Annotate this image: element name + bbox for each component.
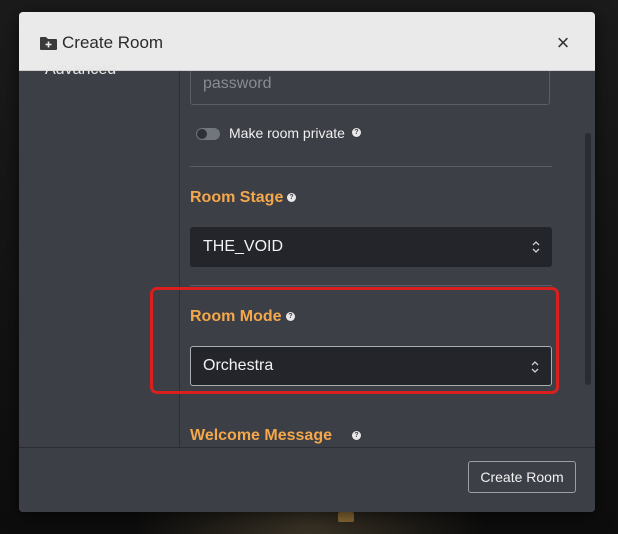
modal-footer: Create Room — [19, 447, 595, 512]
room-stage-label: Room Stage — [190, 189, 284, 206]
private-toggle[interactable] — [196, 128, 220, 140]
close-icon: × — [556, 30, 570, 55]
background-object — [338, 512, 354, 522]
select-chevron-icon — [531, 361, 539, 373]
select-chevron-icon — [532, 241, 540, 253]
modal-title: Create Room — [62, 33, 164, 52]
folder-plus-icon — [40, 37, 57, 50]
room-stage-select[interactable]: THE_VOID — [190, 227, 552, 267]
room-mode-label: Room Mode — [190, 308, 282, 325]
settings-sidebar: Advanced — [19, 61, 180, 447]
divider — [190, 166, 552, 167]
create-room-button[interactable]: Create Room — [468, 461, 576, 493]
form-content: Make room private ? Room Stage ? THE_VOI… — [180, 71, 595, 447]
content-scrollbar[interactable] — [585, 133, 593, 445]
welcome-message-label: Welcome Message — [190, 427, 332, 444]
scrollbar-thumb[interactable] — [585, 133, 591, 385]
help-icon[interactable]: ? — [352, 128, 361, 137]
divider — [190, 285, 552, 286]
toggle-knob — [197, 129, 207, 139]
help-icon[interactable]: ? — [286, 312, 295, 321]
password-input[interactable] — [190, 71, 550, 105]
help-icon[interactable]: ? — [287, 193, 296, 202]
room-stage-value: THE_VOID — [203, 238, 284, 255]
private-toggle-label: Make room private — [229, 125, 345, 141]
create-room-modal: Create Room × Advanced Make room private… — [19, 12, 595, 512]
room-mode-select[interactable]: Orchestra — [190, 346, 552, 386]
close-button[interactable]: × — [549, 32, 577, 56]
sidebar-item-advanced[interactable]: Advanced — [45, 61, 116, 79]
room-mode-value: Orchestra — [203, 357, 274, 374]
help-icon[interactable]: ? — [352, 431, 361, 440]
